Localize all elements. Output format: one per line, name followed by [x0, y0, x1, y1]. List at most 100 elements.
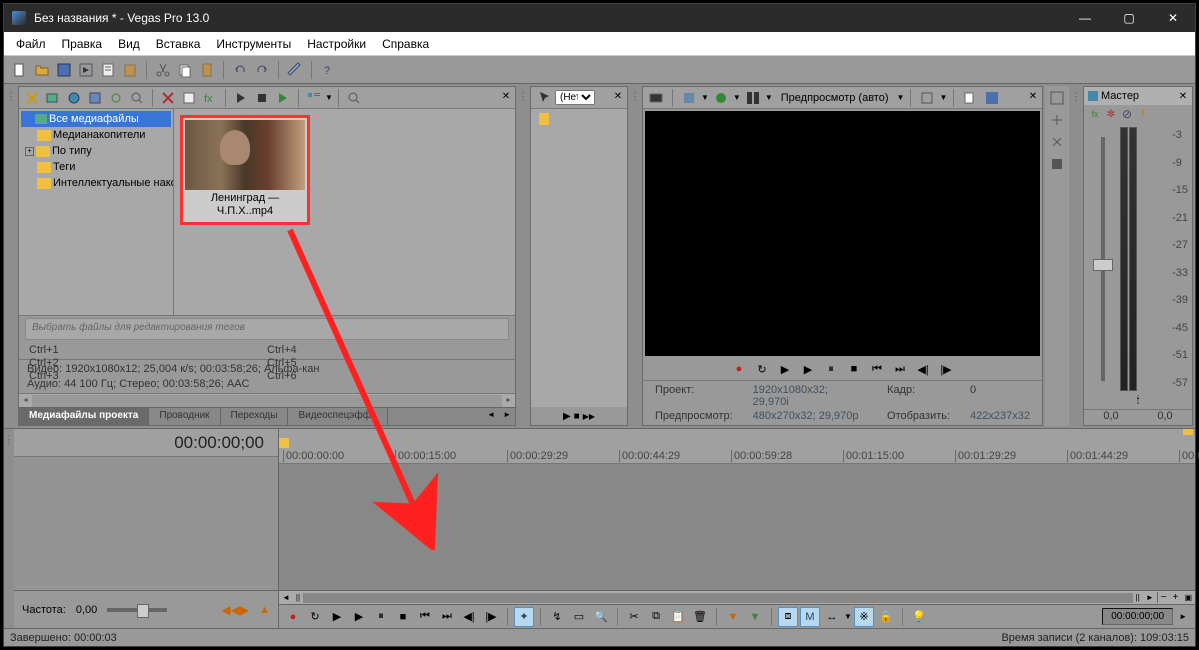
zoom-icon[interactable] — [344, 88, 364, 108]
play-icon[interactable]: ▶ — [798, 359, 818, 379]
cut-icon[interactable] — [153, 60, 173, 80]
media-clip[interactable]: Ленинград —Ч.П.Х..mp4 — [180, 115, 310, 225]
rate-slider[interactable] — [107, 608, 167, 612]
split-icon[interactable] — [743, 88, 763, 108]
props-icon[interactable] — [179, 88, 199, 108]
import-icon[interactable] — [22, 88, 42, 108]
zoom-out-icon[interactable]: − — [1157, 592, 1170, 603]
prev-frame-icon[interactable]: ◀| — [913, 359, 933, 379]
master-fader[interactable] — [1101, 137, 1105, 381]
panel-close-icon[interactable]: ✕ — [611, 89, 625, 103]
env-tool-icon[interactable]: ↯ — [547, 607, 567, 627]
panel-close-icon[interactable]: ✕ — [499, 89, 513, 103]
pause-icon[interactable]: ⏸ — [821, 359, 841, 379]
panel-close-icon[interactable]: ✕ — [1176, 89, 1190, 103]
timecode-display[interactable]: 00:00:00;00 — [14, 429, 278, 457]
dim-icon[interactable]: 🕯 — [1084, 395, 1192, 409]
copy-icon[interactable] — [175, 60, 195, 80]
tc-next-icon[interactable]: ► — [1175, 612, 1191, 621]
menu-edit[interactable]: Правка — [54, 34, 111, 54]
quantize-icon[interactable]: M — [800, 607, 820, 627]
save-snap-icon[interactable] — [982, 88, 1002, 108]
go-end-icon[interactable]: ⏭ — [890, 359, 910, 379]
panel1-icon[interactable] — [1047, 88, 1067, 108]
media-tree[interactable]: Все медиафайлы Медианакопители +По типу … — [19, 109, 174, 315]
snap-icon[interactable]: ⧈ — [778, 607, 798, 627]
properties-icon[interactable] — [98, 60, 118, 80]
paste-icon[interactable]: 📋 — [668, 607, 688, 627]
grip-icon[interactable]: ⋮ — [4, 429, 14, 628]
menu-tools[interactable]: Инструменты — [208, 34, 299, 54]
zoom-in-icon[interactable]: + — [1170, 592, 1182, 603]
marker-in-icon[interactable]: ▼ — [723, 607, 743, 627]
delete-icon[interactable] — [158, 88, 178, 108]
alert-icon[interactable]: ! — [1136, 104, 1150, 124]
minimize-button[interactable]: — — [1063, 4, 1107, 32]
cut-icon[interactable]: ✂ — [624, 607, 644, 627]
playhead-icon[interactable] — [279, 438, 289, 448]
tree-bytype[interactable]: +По типу — [21, 143, 171, 159]
stop-icon[interactable]: ■ — [844, 359, 864, 379]
region-end-icon[interactable] — [1183, 429, 1193, 435]
timeline-hscroll[interactable]: ◄|| ||► − + ▣ — [279, 590, 1195, 604]
pause-icon[interactable]: ⏸ — [371, 607, 391, 627]
normal-tool-icon[interactable]: ✦ — [514, 607, 534, 627]
stop-icon[interactable]: ■ — [574, 411, 580, 422]
maximize-button[interactable]: ▢ — [1107, 4, 1151, 32]
grip-icon[interactable]: ⋮ — [630, 86, 640, 426]
brush-icon[interactable] — [285, 60, 305, 80]
fx-icon[interactable]: fx — [200, 88, 220, 108]
render-icon[interactable] — [76, 60, 96, 80]
getmedia-icon[interactable] — [64, 88, 84, 108]
mute-icon[interactable]: ⊘ — [1120, 104, 1134, 124]
sel-tool-icon[interactable]: ▭ — [569, 607, 589, 627]
tree-all-media[interactable]: Все медиафайлы — [21, 111, 171, 127]
scan-icon[interactable] — [85, 88, 105, 108]
delete-icon[interactable]: 🗑 — [690, 607, 710, 627]
go-start-icon[interactable]: ⏮ — [415, 607, 435, 627]
stop-icon[interactable]: ■ — [393, 607, 413, 627]
redo-icon[interactable] — [252, 60, 272, 80]
tab-next-icon[interactable]: ► — [499, 408, 515, 425]
tab-project-media[interactable]: Медиафайлы проекта — [19, 408, 149, 425]
play-start-icon[interactable]: ▶ — [327, 607, 347, 627]
grip-icon[interactable]: ⋮ — [6, 86, 16, 426]
loop-icon[interactable]: ↻ — [752, 359, 772, 379]
timeline-tracks[interactable] — [279, 464, 1195, 590]
stop-icon[interactable] — [252, 88, 272, 108]
next-icon[interactable]: ▶▶ — [583, 412, 595, 421]
tab-videofx[interactable]: Видеоспецэффе — [288, 408, 387, 425]
cursor-icon[interactable] — [534, 88, 554, 108]
capture-icon[interactable] — [43, 88, 63, 108]
autocross-icon[interactable]: ※ — [854, 607, 874, 627]
open-icon[interactable] — [32, 60, 52, 80]
tree-tags[interactable]: Теги — [21, 159, 171, 175]
marker-bar[interactable] — [279, 429, 1195, 436]
quality-dropdown[interactable]: Предпросмотр (авто) — [775, 92, 895, 104]
tab-explorer[interactable]: Проводник — [149, 408, 220, 425]
help-icon[interactable]: ? — [318, 60, 338, 80]
menu-view[interactable]: Вид — [110, 34, 148, 54]
auto-ripple-icon[interactable]: ↔ — [822, 607, 842, 627]
next-frame-icon[interactable]: |▶ — [481, 607, 501, 627]
panel-close-icon[interactable]: ✕ — [1026, 89, 1040, 103]
menu-file[interactable]: Файл — [8, 34, 54, 54]
media-thumbs[interactable]: Ленинград —Ч.П.Х..mp4 — [174, 109, 515, 315]
fx-icon[interactable]: fx — [1088, 104, 1102, 124]
refresh-icon[interactable] — [106, 88, 126, 108]
zoom-fit-icon[interactable]: ▣ — [1181, 593, 1195, 602]
menu-settings[interactable]: Настройки — [299, 34, 374, 54]
prev-frame-icon[interactable]: ◀| — [459, 607, 479, 627]
record-icon[interactable]: ● — [283, 607, 303, 627]
record-icon[interactable]: ● — [729, 359, 749, 379]
play-icon[interactable] — [231, 88, 251, 108]
copy-icon[interactable]: ⧉ — [646, 607, 666, 627]
play-icon[interactable]: ▶ — [349, 607, 369, 627]
light-icon[interactable]: 💡 — [909, 607, 929, 627]
go-start-icon[interactable]: ⏮ — [867, 359, 887, 379]
fx-icon[interactable] — [711, 88, 731, 108]
zoom-tool-icon[interactable]: 🔍 — [591, 607, 611, 627]
close-button[interactable]: ✕ — [1151, 4, 1195, 32]
lock-icon[interactable]: 🔒 — [876, 607, 896, 627]
save-icon[interactable] — [54, 60, 74, 80]
